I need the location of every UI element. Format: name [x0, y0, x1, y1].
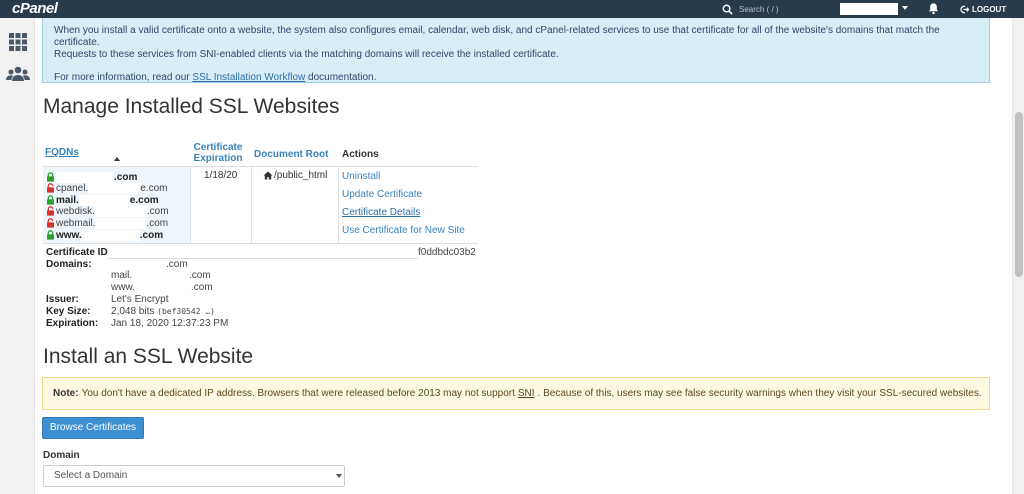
sidebar	[0, 18, 35, 494]
note-alert: Note: You don't have a dedicated IP addr…	[42, 377, 990, 410]
sort-ascending-icon[interactable]	[114, 157, 120, 161]
redacted-domain	[56, 171, 114, 183]
lock-insecure-icon	[47, 206, 54, 216]
certificate-id-label: Certificate ID:	[46, 247, 112, 258]
fqdn-suffix: e.com	[140, 182, 168, 194]
fqdn-item: webdisk. .com	[46, 205, 169, 217]
info-text-1: When you install a valid certificate ont…	[54, 25, 940, 48]
ssl-workflow-link[interactable]: SSL Installation Workflow	[192, 72, 305, 83]
fqdns-column-header[interactable]: FQDNs	[45, 147, 79, 158]
table-row-divider	[43, 243, 478, 244]
fqdn-suffix: .com	[114, 171, 138, 183]
issuer-label: Issuer:	[46, 294, 79, 305]
browse-certificates-button[interactable]: Browse Certificates	[42, 417, 144, 439]
domain-entry: mail.	[111, 270, 133, 281]
domain-entry: .com	[189, 270, 211, 281]
column-divider	[190, 167, 191, 243]
fqdn-prefix: mail.	[56, 194, 79, 206]
info-more-suffix: documentation.	[308, 72, 377, 83]
domain-entry: .com	[166, 259, 188, 270]
actions-column-header: Actions	[342, 149, 379, 160]
grid-icon[interactable]	[8, 32, 28, 52]
cert-expiration-value: 1/18/20	[204, 170, 238, 181]
redacted-domain	[88, 182, 141, 194]
redacted-domain	[95, 217, 147, 229]
note-text-1: You don't have a dedicated IP address. B…	[81, 388, 515, 399]
info-alert: When you install a valid certificate ont…	[42, 18, 990, 83]
key-size-bits: 2,048 bits	[111, 306, 155, 317]
logout-button[interactable]: LOGOUT	[960, 0, 1006, 18]
search-box[interactable]: Search ( / )	[722, 0, 779, 18]
scrollbar-thumb[interactable]	[1015, 112, 1023, 277]
issuer-value: Let's Encrypt	[111, 294, 169, 305]
domains-label: Domains:	[46, 259, 92, 270]
fqdn-prefix: www.	[56, 229, 82, 241]
info-more-prefix: For more information, read our	[54, 72, 190, 83]
update-certificate-link[interactable]: Update Certificate	[342, 189, 422, 200]
logout-icon	[960, 5, 969, 13]
info-more: For more information, read our SSL Insta…	[54, 72, 978, 84]
expiration-value: Jan 18, 2020 12:37:23 PM	[111, 318, 229, 329]
document-root-value: /public_html	[263, 170, 327, 181]
manage-section-title: Manage Installed SSL Websites	[43, 95, 340, 118]
document-root-text: /public_html	[274, 170, 328, 181]
domain-entry: .com	[191, 282, 213, 293]
search-icon	[722, 4, 733, 15]
note-label: Note:	[53, 388, 79, 399]
lock-secure-icon	[47, 195, 54, 205]
install-section-title: Install an SSL Website	[43, 345, 254, 368]
info-text-2: Requests to these services from SNI-enab…	[54, 49, 559, 60]
bell-icon[interactable]	[927, 2, 940, 15]
fqdn-item: www. .com	[46, 229, 163, 241]
fqdn-prefix: webdisk.	[56, 205, 95, 217]
lock-insecure-icon	[47, 218, 54, 228]
logout-label: LOGOUT	[972, 4, 1007, 14]
fqdn-suffix: .com	[146, 205, 169, 217]
redacted-domain	[94, 205, 147, 217]
key-size-modulus: (bef30542 …)	[157, 307, 215, 316]
domain-field-label: Domain	[43, 450, 80, 461]
fqdn-prefix: cpanel.	[56, 182, 89, 194]
document-root-column-header[interactable]: Document Root	[254, 149, 328, 160]
domain-entry: www.	[111, 282, 135, 293]
certificate-id-tail: f0ddbdc03b2	[418, 247, 476, 258]
chevron-down-icon[interactable]	[902, 6, 908, 10]
fqdn-suffix: e.com	[129, 194, 159, 206]
fqdn-suffix: .com	[139, 229, 164, 241]
redacted-domain	[81, 229, 140, 241]
column-divider	[338, 167, 339, 243]
top-navbar: cPanel Search ( / ) LOGOUT	[0, 0, 1024, 18]
redacted-domain	[78, 194, 130, 206]
chevron-down-icon[interactable]	[336, 474, 342, 478]
fqdn-item: cpanel. e.com	[46, 182, 167, 194]
search-placeholder: Search ( / )	[739, 4, 779, 14]
cpanel-logo[interactable]: cPanel	[12, 0, 58, 18]
uninstall-link[interactable]: Uninstall	[342, 171, 380, 182]
user-menu[interactable]	[840, 3, 898, 15]
expiration-label: Expiration:	[46, 318, 99, 329]
lock-secure-icon	[47, 172, 54, 182]
page-scrollbar[interactable]	[1012, 18, 1024, 494]
use-certificate-new-site-link[interactable]: Use Certificate for New Site	[342, 225, 465, 236]
note-text-2: . Because of this, users may see false s…	[537, 388, 982, 399]
redacted-certificate-id	[108, 248, 418, 259]
lock-insecure-icon	[47, 183, 54, 193]
fqdn-item: webmail. .com	[46, 217, 168, 229]
sni-abbreviation: SNI	[517, 388, 535, 399]
key-size-value: 2,048 bits (bef30542 …)	[111, 306, 215, 317]
key-size-label: Key Size:	[46, 306, 91, 317]
cert-expiration-column-header[interactable]: Certificate Expiration	[190, 142, 246, 164]
home-icon	[263, 171, 273, 180]
column-divider	[251, 167, 252, 243]
lock-secure-icon	[47, 230, 54, 240]
fqdn-prefix: webmail.	[56, 217, 96, 229]
fqdn-suffix: .com	[146, 217, 169, 229]
certificate-details-link[interactable]: Certificate Details	[342, 207, 420, 218]
users-icon[interactable]	[6, 64, 30, 84]
domain-select[interactable]: Select a Domain	[43, 465, 345, 487]
